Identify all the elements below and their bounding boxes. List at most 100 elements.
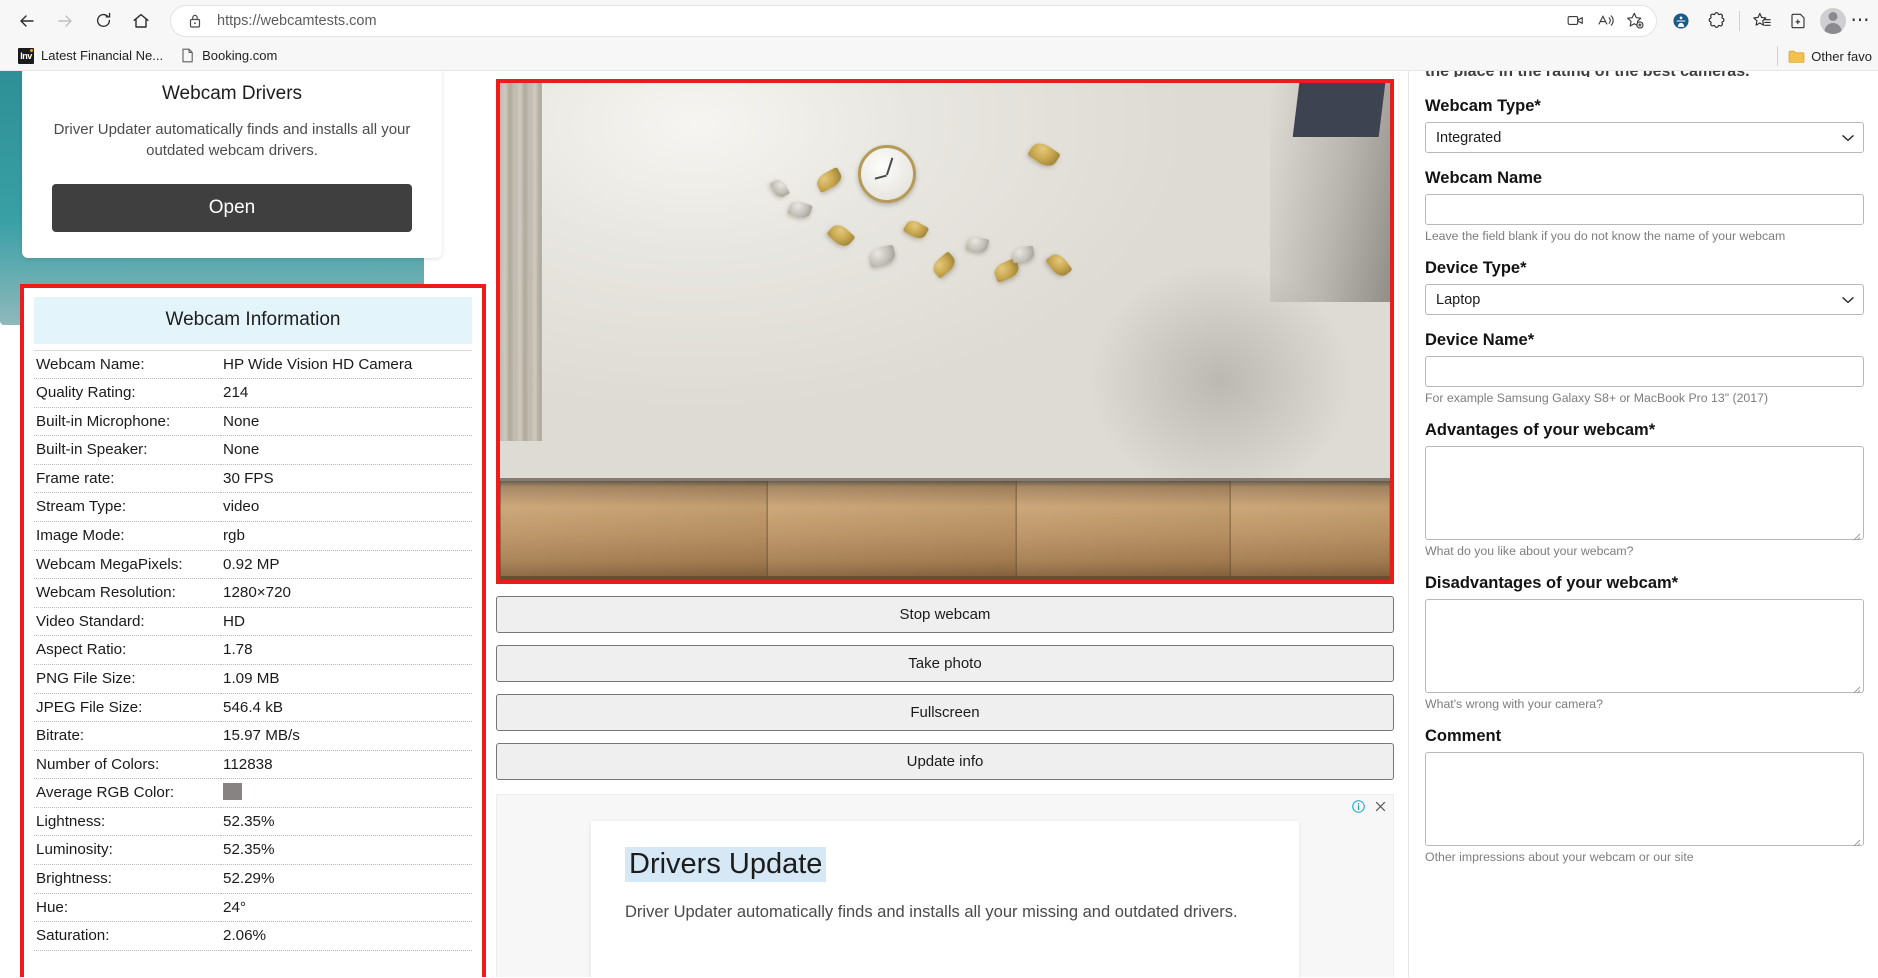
table-row: Built-in Speaker: None <box>34 435 472 465</box>
ad-controls <box>1351 799 1387 813</box>
info-value: None <box>221 435 472 465</box>
info-key: Number of Colors: <box>34 750 221 780</box>
table-row: Saturation: 2.06% <box>34 921 472 951</box>
device-name-input[interactable] <box>1425 356 1864 387</box>
table-row: Average RGB Color: <box>34 778 472 808</box>
chevron-down-icon <box>1841 296 1855 304</box>
advantages-textarea[interactable] <box>1425 446 1864 541</box>
ad-info-icon[interactable] <box>1351 799 1365 813</box>
resize-grip-icon[interactable] <box>1851 681 1861 694</box>
info-value: 112838 <box>221 750 472 780</box>
device-name-label: Device Name* <box>1425 331 1535 349</box>
promo-description: Driver Updater automatically finds and i… <box>53 121 411 160</box>
browser-essentials-icon[interactable] <box>1663 5 1699 37</box>
info-value: None <box>221 407 472 437</box>
ad-close-icon[interactable] <box>1373 799 1387 813</box>
info-key: Webcam Name: <box>34 349 221 380</box>
url-text[interactable]: https://webcamtests.com <box>205 13 1560 29</box>
document-favicon <box>179 48 195 64</box>
more-options-button[interactable]: ⋯ <box>1850 9 1870 32</box>
resize-grip-icon[interactable] <box>1851 528 1861 541</box>
webcam-name-input[interactable] <box>1425 194 1864 225</box>
read-aloud-icon[interactable] <box>1590 7 1620 35</box>
info-key: Webcam MegaPixels: <box>34 550 221 580</box>
lock-icon <box>185 11 205 31</box>
take-photo-button[interactable]: Take photo <box>496 645 1394 682</box>
page-content: Webcam Drivers Driver Updater automatica… <box>0 71 1878 977</box>
info-value: 1280×720 <box>221 578 472 608</box>
scene-wall-clock <box>857 145 916 204</box>
scene-curtain <box>500 83 542 441</box>
info-key: Aspect Ratio: <box>34 635 221 665</box>
disadvantages-textarea[interactable] <box>1425 599 1864 694</box>
info-value: 1.09 MB <box>221 664 472 694</box>
bookmark-latest-financial-news[interactable]: Inv Latest Financial Ne... <box>10 45 171 67</box>
collections-icon[interactable] <box>1780 5 1816 37</box>
info-key: Image Mode: <box>34 521 221 551</box>
table-row: Luminosity: 52.35% <box>34 835 472 865</box>
back-button[interactable] <box>8 4 46 38</box>
device-type-label: Device Type* <box>1425 259 1527 277</box>
info-key: Bitrate: <box>34 721 221 751</box>
refresh-button[interactable] <box>84 4 122 38</box>
info-key: Video Standard: <box>34 607 221 637</box>
form-intro-text: the place in the rating of the best came… <box>1425 71 1864 77</box>
info-key: Quality Rating: <box>34 378 221 408</box>
other-favorites-label: Other favo <box>1811 48 1872 64</box>
info-value: 214 <box>221 378 472 408</box>
address-bar[interactable]: https://webcamtests.com <box>170 4 1657 37</box>
info-key: Built-in Microphone: <box>34 407 221 437</box>
ad-card[interactable]: Drivers Update Driver Updater automatica… <box>591 821 1299 977</box>
info-value: 15.97 MB/s <box>221 721 472 751</box>
favorites-icon[interactable] <box>1744 5 1780 37</box>
forward-button[interactable] <box>46 4 84 38</box>
info-value: 1.78 <box>221 635 472 665</box>
table-row: Quality Rating: 214 <box>34 378 472 408</box>
info-value <box>221 778 472 808</box>
webcam-type-select[interactable]: Integrated <box>1425 122 1864 153</box>
avatar[interactable] <box>1816 4 1850 38</box>
info-value: 546.4 kB <box>221 693 472 723</box>
comment-textarea[interactable] <box>1425 752 1864 847</box>
comment-label: Comment <box>1425 727 1502 745</box>
table-row: Image Mode: rgb <box>34 521 472 551</box>
table-row: Webcam Name: HP Wide Vision HD Camera <box>34 349 472 380</box>
webcam-name-hint: Leave the field blank if you do not know… <box>1425 229 1786 243</box>
video-camera-icon[interactable] <box>1560 7 1590 35</box>
device-type-select[interactable]: Laptop <box>1425 284 1864 315</box>
info-key: Built-in Speaker: <box>34 435 221 465</box>
info-value: rgb <box>221 521 472 551</box>
info-key: PNG File Size: <box>34 664 221 694</box>
main-content: Stop webcam Take photo Fullscreen Update… <box>478 71 1408 977</box>
info-value: 52.35% <box>221 807 472 837</box>
table-row: Aspect Ratio: 1.78 <box>34 635 472 665</box>
fullscreen-button[interactable]: Fullscreen <box>496 694 1394 731</box>
resize-grip-icon[interactable] <box>1851 834 1861 847</box>
update-info-button[interactable]: Update info <box>496 743 1394 780</box>
info-key: Average RGB Color: <box>34 778 221 808</box>
promo-title: Webcam Drivers <box>161 83 303 104</box>
stop-webcam-button[interactable]: Stop webcam <box>496 596 1394 633</box>
scene-wall-shadow <box>1087 261 1355 501</box>
bookmarks-divider <box>1777 46 1779 66</box>
info-key: Lightness: <box>34 807 221 837</box>
webcam-information-panel: Webcam Information Webcam Name: HP Wide V… <box>20 283 486 977</box>
disadvantages-label: Disadvantages of your webcam* <box>1425 574 1679 592</box>
info-key: Frame rate: <box>34 464 221 494</box>
webcam-video-preview[interactable] <box>496 79 1394 584</box>
table-row: Webcam Resolution: 1280×720 <box>34 578 472 608</box>
bookmark-booking-com[interactable]: Booking.com <box>171 45 285 67</box>
other-favorites[interactable]: Other favo <box>1773 41 1872 71</box>
add-favorite-icon[interactable] <box>1620 7 1650 35</box>
home-button[interactable] <box>122 4 160 38</box>
promo-open-button[interactable]: Open <box>52 183 412 232</box>
left-sidebar: Webcam Drivers Driver Updater automatica… <box>0 71 486 977</box>
extensions-icon[interactable] <box>1699 5 1735 37</box>
table-row: PNG File Size: 1.09 MB <box>34 664 472 694</box>
scene-sofa <box>500 480 1390 580</box>
comment-hint: Other impressions about your webcam or o… <box>1425 850 1694 864</box>
average-rgb-color-swatch <box>223 783 242 801</box>
info-key: Hue: <box>34 893 221 923</box>
table-row: Webcam MegaPixels: 0.92 MP <box>34 550 472 580</box>
info-value: video <box>221 492 472 523</box>
